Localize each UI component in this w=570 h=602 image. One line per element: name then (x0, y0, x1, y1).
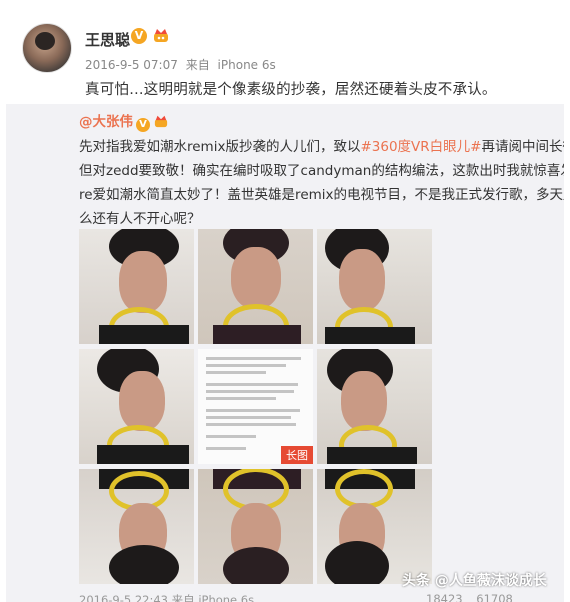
repost-card: @大张伟 V 先对指我爱如潮水remix版抄袭的人儿们，致以#360度VR白眼儿#… (6, 104, 564, 602)
repost-text-line-4: 么还有人不开心呢？ (79, 211, 201, 227)
repost-text: 再请阅中间长微博的褒 (481, 139, 564, 155)
source-prefix: 来自 (171, 593, 195, 602)
vip-crown-icon (154, 29, 168, 42)
source-prefix: 来自 (185, 58, 210, 72)
repost-text-line-3: re爱如潮水简直太妙了！盖世英雄是remix的电视节目，不是我正式发行歌，多天赐… (79, 187, 564, 203)
photo-thumbnail[interactable] (317, 469, 432, 584)
avatar[interactable] (22, 23, 72, 73)
post-meta: 2016-9-5 07:07 来自 iPhone 6s (85, 56, 276, 73)
photo-thumbnail[interactable] (79, 469, 194, 584)
post-header: 王思聪 V 2016-9-5 07:07 来自 iPhone 6s (22, 20, 560, 80)
hashtag-link[interactable]: #360度VR白眼儿# (360, 139, 481, 155)
repost-count[interactable]: 18423 (426, 592, 463, 602)
photo-thumbnail[interactable] (198, 469, 313, 584)
repost-author[interactable]: @大张伟 (79, 114, 133, 130)
comment-count[interactable]: 61708 (476, 592, 513, 602)
long-image-thumbnail[interactable]: 长图 (198, 349, 313, 464)
image-grid: 长图 (79, 229, 432, 585)
repost-source: iPhone 6s (198, 593, 255, 602)
repost-text-line-2: 但对zedd要致敬！确实在编时吸取了candyman的结构编法，这款出时我就惊喜… (79, 163, 564, 179)
post-text: 真可怕…这明明就是个像素级的抄袭，居然还硬着头皮不承认。 (85, 82, 497, 98)
repost-author-line: @大张伟 V (79, 110, 169, 132)
repost-stats: 18423 61708 (416, 592, 513, 602)
post-username[interactable]: 王思聪 (85, 29, 130, 50)
photo-thumbnail[interactable] (317, 229, 432, 344)
repost-timestamp[interactable]: 2016-9-5 22:43 (79, 593, 168, 602)
repost-meta: 2016-9-5 22:43 来自 iPhone 6s (79, 592, 254, 602)
post-source: iPhone 6s (217, 58, 276, 72)
photo-thumbnail[interactable] (79, 229, 194, 344)
post-timestamp[interactable]: 2016-9-5 07:07 (85, 58, 178, 72)
photo-thumbnail[interactable] (317, 349, 432, 464)
repost-text-line-1: 先对指我爱如潮水remix版抄袭的人儿们，致以#360度VR白眼儿#再请阅中间长… (79, 135, 564, 155)
photo-thumbnail[interactable] (198, 229, 313, 344)
repost-text: 先对指我爱如潮水remix版抄袭的人儿们，致以 (79, 139, 361, 155)
long-image-badge: 长图 (281, 446, 313, 464)
photo-thumbnail[interactable] (79, 349, 194, 464)
vip-crown-icon (154, 115, 168, 128)
verified-badge-icon: V (131, 28, 147, 44)
watermark-text: 头条 @人鱼薇沫谈成长 (402, 573, 547, 589)
verified-badge-icon: V (136, 118, 150, 132)
